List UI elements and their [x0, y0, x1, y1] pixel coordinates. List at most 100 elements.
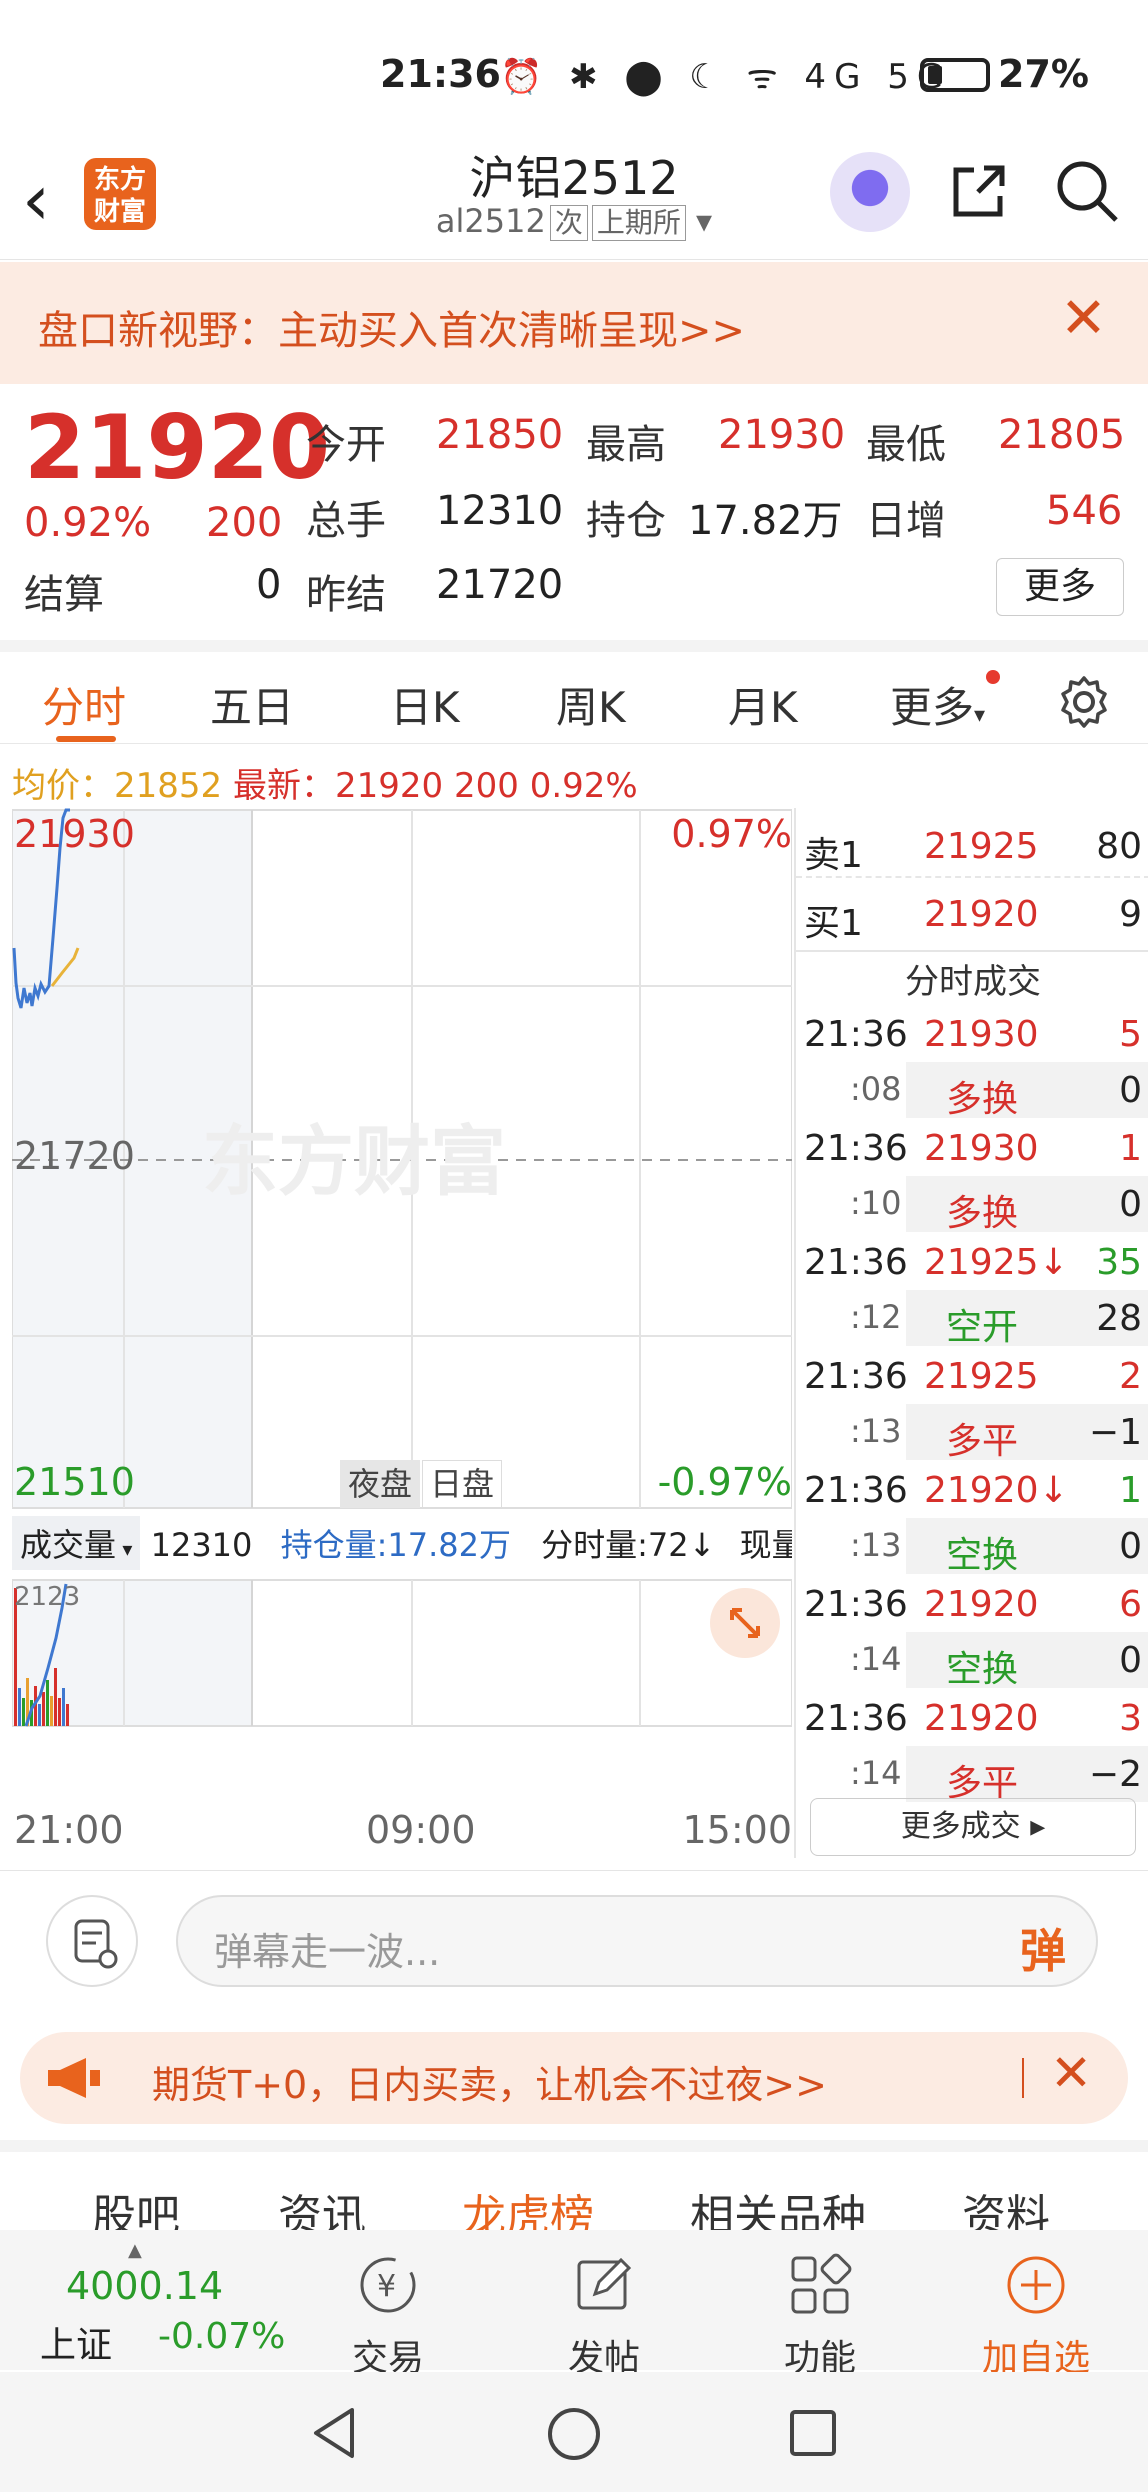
status-time: 21:36 — [380, 52, 501, 96]
trade-time: 21:36 — [804, 1698, 908, 1739]
trade-price: 21925 — [924, 1356, 1039, 1397]
daily-increase-value: 546 — [1046, 488, 1123, 534]
add-watchlist-button[interactable]: 加自选 — [966, 2250, 1106, 2381]
open-label: 今开 — [306, 422, 386, 468]
search-icon[interactable] — [1054, 158, 1120, 224]
latest-change: 200 — [453, 766, 519, 806]
comment-settings-button[interactable] — [46, 1895, 138, 1987]
tab-intraday[interactable]: 分时 — [42, 674, 126, 735]
intraday-chart[interactable]: 东方财富 21930 0.97% 21720 21510 -0.97% 夜盘 日… — [12, 808, 792, 1858]
trade-detail-row: :12 空开 28 — [796, 1290, 1148, 1348]
assistant-avatar[interactable] — [830, 152, 910, 232]
trade-button[interactable]: ¥ 交易 — [318, 2250, 458, 2381]
trade-row: 21:36 21930 5 — [796, 1006, 1148, 1062]
chart-canvas[interactable]: 东方财富 — [12, 808, 792, 1858]
banner-text[interactable]: 盘口新视野：主动买入首次清晰呈现>> — [38, 298, 745, 356]
trade-price: 21930 — [924, 1014, 1039, 1055]
trade-seconds: :08 — [850, 1070, 902, 1108]
promo-text[interactable]: 期货T+0，日内买卖，让机会不过夜>> — [152, 2054, 827, 2109]
app-header: ‹ 东方 财富 沪铝2512 al2512 次上期所 ▾ — [0, 150, 1148, 260]
caret-up-icon: ▲ — [128, 2240, 142, 2261]
day-session-button[interactable]: 日盘 — [422, 1460, 502, 1508]
latest-label: 最新： — [232, 766, 335, 806]
avg-value: 21852 — [114, 766, 223, 806]
settle-label: 结算 — [24, 572, 104, 618]
trade-detail-row: :13 多平 −1 — [796, 1404, 1148, 1462]
low-value: 21805 — [998, 412, 1126, 458]
danmaku-send-button[interactable]: 弹 — [1020, 1915, 1066, 1981]
settings-icon[interactable] — [1056, 674, 1112, 730]
tab-weekly-k[interactable]: 周K — [556, 674, 626, 735]
close-icon[interactable]: ✕ — [1060, 286, 1107, 351]
order-book-panel: 卖1 21925 80 买1 21920 9 分时成交 21:36 21930 5:… — [794, 808, 1148, 1858]
expand-chart-button[interactable] — [710, 1588, 780, 1658]
nav-home-icon[interactable] — [546, 2406, 602, 2462]
trade-kind: 空换 — [946, 1535, 1019, 1576]
trade-icon: ¥ — [360, 2257, 416, 2313]
trade-qty: 1 — [1119, 1470, 1142, 1511]
nav-back-icon[interactable] — [310, 2406, 360, 2460]
pct-axis-top: 0.97% — [671, 812, 792, 856]
nav-recents-icon[interactable] — [788, 2408, 838, 2458]
trade-time: 21:36 — [804, 1356, 908, 1397]
feature-banner[interactable]: 盘口新视野：主动买入首次清晰呈现>> ✕ — [0, 262, 1148, 384]
trade-detail-row: :14 空换 0 — [796, 1632, 1148, 1690]
index-ticker[interactable]: ▲ 4000.14 上证 -0.07% — [20, 2240, 300, 2366]
trade-oi-change: 0 — [1119, 1640, 1142, 1681]
function-button[interactable]: 功能 — [750, 2250, 890, 2381]
volume-value: 12310 — [150, 1526, 253, 1564]
trade-oi-change: 0 — [1119, 1526, 1142, 1567]
tab-more[interactable]: 更多▾ — [890, 670, 1000, 735]
ask-row[interactable]: 卖1 21925 80 — [796, 818, 1148, 878]
tab-five-day[interactable]: 五日 — [210, 674, 294, 735]
bid-row[interactable]: 买1 21920 9 — [796, 886, 1148, 946]
ask-label: 卖1 — [804, 835, 863, 876]
system-nav-bar — [0, 2372, 1148, 2492]
trade-kind: 空换 — [946, 1649, 1019, 1690]
trade-seconds: :14 — [850, 1640, 902, 1678]
promo-banner[interactable]: 期货T+0，日内买卖，让机会不过夜>> ✕ — [20, 2032, 1128, 2124]
trade-time: 21:36 — [804, 1128, 908, 1169]
trade-detail-row: :13 空换 0 — [796, 1518, 1148, 1576]
trade-kind: 多平 — [946, 1421, 1019, 1462]
volume-indicator-select[interactable]: 成交量 ▾ — [12, 1516, 141, 1570]
more-button[interactable]: 更多 — [996, 558, 1124, 616]
danmaku-input[interactable]: 弹幕走一波... 弹 — [176, 1895, 1098, 1987]
comment-settings-icon — [74, 1919, 118, 1969]
trade-price: 21920↓ — [924, 1470, 1069, 1511]
share-icon[interactable] — [946, 160, 1010, 224]
trade-kind: 多换 — [946, 1193, 1019, 1234]
trade-seconds: :12 — [850, 1298, 902, 1336]
daily-increase-label: 日增 — [866, 498, 946, 544]
index-pct: -0.07% — [158, 2316, 286, 2357]
trade-time: 21:36 — [804, 1470, 908, 1511]
night-session-button[interactable]: 夜盘 — [340, 1460, 420, 1508]
post-button[interactable]: 发帖 — [534, 2250, 674, 2381]
bid-price: 21920 — [924, 894, 1039, 935]
open-interest-label: 持仓 — [586, 498, 666, 544]
trade-qty: 35 — [1096, 1242, 1142, 1283]
tab-daily-k[interactable]: 日K — [390, 674, 460, 735]
trade-oi-change: 0 — [1119, 1070, 1142, 1111]
ask-price: 21925 — [924, 826, 1039, 867]
price-info-line: 均价：21852 最新：21920 200 0.92% — [12, 758, 638, 807]
close-icon[interactable]: ✕ — [1050, 2044, 1092, 2102]
quote-panel: 21920 0.92% 200 结算 0 今开 21850 最高 21930 最… — [0, 388, 1148, 638]
caret-down-icon: ▾ — [974, 703, 986, 728]
last-price: 21920 — [24, 396, 331, 499]
trade-kind: 多换 — [946, 1079, 1019, 1120]
more-trades-button[interactable]: 更多成交 ▸ — [810, 1798, 1136, 1856]
trade-row: 21:36 21920 6 — [796, 1576, 1148, 1632]
notification-dot — [986, 670, 1000, 684]
avg-label: 均价： — [12, 766, 114, 806]
dropdown-icon: ▾ — [685, 202, 713, 240]
trade-price: 21930 — [924, 1128, 1039, 1169]
grid-icon — [791, 2253, 852, 2314]
trade-detail-row: :14 多平 −2 — [796, 1746, 1148, 1804]
watermark: 东方财富 — [202, 1117, 506, 1206]
content-tabs: 股吧 资讯 龙虎榜 相关品种 资料 — [0, 2140, 1148, 2242]
settle-value: 0 — [256, 562, 282, 608]
price-axis-top: 21930 — [14, 812, 135, 856]
price-axis-bottom: 21510 — [14, 1460, 135, 1504]
tab-monthly-k[interactable]: 月K — [728, 674, 798, 735]
